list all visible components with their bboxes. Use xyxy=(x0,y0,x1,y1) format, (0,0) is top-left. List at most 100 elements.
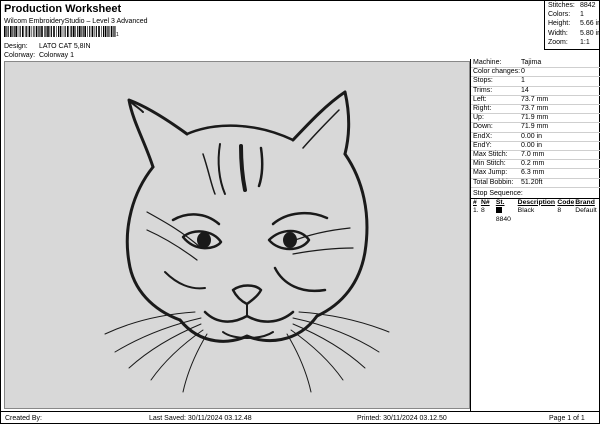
detail-label: Right: xyxy=(473,105,492,113)
stop-sequence-title: Stop Sequence: xyxy=(471,189,600,199)
barcode-bar xyxy=(7,26,9,37)
barcode-bar xyxy=(6,26,7,37)
detail-value: 0.00 in xyxy=(521,132,543,140)
barcode-bar xyxy=(12,26,13,37)
sequence-column-header: N# xyxy=(480,198,490,206)
barcode-bar xyxy=(22,26,24,37)
barcode-bar xyxy=(59,26,62,37)
detail-row: Up: 71.9 mm xyxy=(471,114,600,124)
barcode-bar xyxy=(84,26,86,37)
barcode-bar xyxy=(17,26,19,37)
detail-value: 7.0 mm xyxy=(521,151,545,159)
sequence-cell-code: 8 xyxy=(557,207,562,215)
stats-panel: Stitches: 8842 Colors: 1 Height: 5.66 in Wi… xyxy=(544,1,600,50)
detail-value: 6.3 mm xyxy=(521,169,545,177)
worksheet: Production Worksheet Wilcom EmbroiderySt… xyxy=(0,0,600,424)
colorway-row: Colorway: Colorway 1 xyxy=(4,51,74,60)
detail-row: Machine: Tajima xyxy=(471,59,600,69)
detail-value: Tajima xyxy=(521,59,542,66)
stat-value: 5.80 in xyxy=(579,29,600,37)
software-name: Wilcom EmbroideryStudio – Level 3 Advanc… xyxy=(4,18,148,25)
detail-value: 0 xyxy=(521,68,525,76)
color-swatch xyxy=(495,207,502,214)
barcode-bar xyxy=(67,26,69,37)
detail-value: 71.9 mm xyxy=(521,123,549,131)
barcode-bar xyxy=(69,26,71,37)
barcode-bar xyxy=(101,26,102,37)
stat-label: Stitches: xyxy=(548,2,575,9)
sequence-column-header: St. xyxy=(495,198,505,206)
barcode-bar xyxy=(58,26,60,37)
detail-label: Max Jump: xyxy=(473,169,508,177)
barcode-bar xyxy=(19,26,21,37)
detail-label: Down: xyxy=(473,123,493,131)
barcode-bar xyxy=(44,26,45,37)
detail-row: Color changes: 0 xyxy=(471,68,600,78)
barcode-bar xyxy=(31,26,33,37)
detail-label: Trims: xyxy=(473,86,493,94)
barcode-bar xyxy=(79,26,81,37)
barcode-bar xyxy=(107,26,108,37)
created-by: Created By: xyxy=(5,415,42,422)
barcode-bar xyxy=(45,26,47,37)
detail-value: 71.9 mm xyxy=(521,114,549,122)
stitch-count: 8840 xyxy=(495,207,518,224)
stat-label: Width: xyxy=(548,29,568,37)
barcode-number: 1 xyxy=(116,32,119,38)
stat-label: Height: xyxy=(548,20,571,28)
barcode-bar xyxy=(53,26,55,37)
barcode-bar xyxy=(110,26,113,37)
detail-label: Color changes: xyxy=(473,68,521,76)
barcode-bar xyxy=(103,26,105,37)
detail-value: 14 xyxy=(521,86,529,94)
detail-row: Total Bobbin: 51.20ft xyxy=(471,179,600,188)
detail-value: 51.20ft xyxy=(521,178,543,186)
colorway-value: Colorway 1 xyxy=(38,52,74,59)
colorway-label: Colorway: xyxy=(4,52,36,59)
barcode-bar xyxy=(73,26,75,37)
barcode-bar xyxy=(77,26,79,37)
barcode-bar xyxy=(98,26,100,37)
barcode-bar xyxy=(91,26,94,37)
stat-value: 5.66 in xyxy=(579,20,600,28)
sequence-cell-brand: Default xyxy=(575,207,597,215)
detail-row: Trims: 14 xyxy=(471,87,600,96)
barcode-bar xyxy=(113,26,114,37)
detail-row: Down: 71.9 mm xyxy=(471,123,600,133)
barcode-bar xyxy=(93,26,95,37)
stat-value: 1:1 xyxy=(580,38,590,46)
barcode-bar xyxy=(33,26,35,37)
barcode-bar xyxy=(49,26,51,37)
detail-row: EndY: 0.00 in xyxy=(471,141,600,152)
barcode-bar xyxy=(64,26,66,37)
detail-row: EndX: 0.00 in xyxy=(471,133,600,142)
detail-value: 0.2 mm xyxy=(521,160,545,168)
detail-value: 0.00 in xyxy=(521,141,543,149)
design-value: LATO CAT 5,8IN xyxy=(38,43,91,50)
barcode-bar xyxy=(35,26,38,37)
barcode-bar xyxy=(108,26,110,37)
sequence-column-header: Code xyxy=(557,198,575,206)
barcode-bar xyxy=(62,26,64,37)
printed-date: Printed: 30/11/2024 03.12.50 xyxy=(357,415,447,422)
sequence-column-header: # xyxy=(473,198,477,206)
barcode-bar xyxy=(38,26,39,37)
barcode-bar xyxy=(28,26,31,37)
detail-label: Total Bobbin: xyxy=(473,178,514,186)
stat-row: Width: 5.80 in xyxy=(545,29,600,38)
barcode-bar xyxy=(71,26,73,37)
detail-label: Stops: xyxy=(473,77,493,85)
barcode-bar xyxy=(13,26,15,37)
stat-row: Height: 5.66 in xyxy=(545,19,600,28)
barcode-bar xyxy=(81,26,82,37)
detail-label: Left: xyxy=(473,95,487,103)
detail-label: Max Stitch: xyxy=(473,151,508,159)
barcode-bar xyxy=(56,26,57,37)
barcode-bar xyxy=(47,26,49,37)
sequence-row: 1. 8 8840 Black 8 Default xyxy=(471,207,600,224)
stat-label: Zoom: xyxy=(548,38,568,46)
detail-row: Max Stitch: 7.0 mm xyxy=(471,151,600,161)
barcode-bar xyxy=(50,26,52,37)
barcode-bar xyxy=(87,26,88,37)
footer: Created By: Last Saved: 30/11/2024 03.12… xyxy=(1,411,600,424)
